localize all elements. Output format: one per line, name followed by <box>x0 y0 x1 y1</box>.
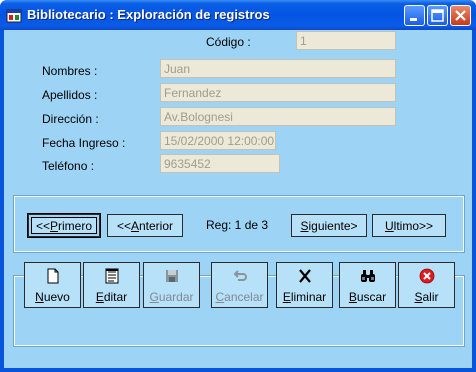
nombres-label: Nombres : <box>42 64 98 78</box>
minimize-icon <box>410 18 417 21</box>
delete-icon <box>299 269 311 283</box>
apellidos-label: Apellidos : <box>42 88 98 102</box>
editar-button[interactable]: Editar <box>83 262 140 308</box>
previous-mnemonic: A <box>130 219 139 233</box>
app-window-icon <box>6 9 22 23</box>
buscar-label-rest: uscar <box>356 290 387 304</box>
last-mnemonic: U <box>384 219 394 233</box>
save-icon <box>166 270 178 282</box>
record-status: Reg: 1 de 3 <box>206 218 269 232</box>
form-client-area: Código : 1 Nombres : Juan Apellidos : Fe… <box>4 30 472 368</box>
previous-record-button[interactable]: <<Anterior <box>107 214 183 237</box>
buscar-label: Buscar <box>340 290 395 304</box>
title-bar[interactable]: Bibliotecario : Exploración de registros <box>0 0 476 30</box>
buscar-mnemonic: B <box>348 290 357 304</box>
guardar-label: Guardar <box>144 290 199 304</box>
minimize-button[interactable] <box>404 5 425 26</box>
window-title: Bibliotecario : Exploración de registros <box>27 7 270 22</box>
first-prefix: << <box>35 219 50 233</box>
buscar-button[interactable]: Buscar <box>339 262 396 308</box>
salir-mnemonic: S <box>414 290 423 304</box>
guardar-button[interactable]: Guardar <box>143 262 200 308</box>
fecha-ingreso-label: Fecha Ingreso : <box>42 136 126 150</box>
direccion-field[interactable]: Av.Bolognesi <box>160 107 396 126</box>
editar-label: Editar <box>84 290 139 304</box>
next-record-button[interactable]: Siguiente> <box>291 214 367 237</box>
guardar-label-rest: uardar <box>158 290 194 304</box>
last-record-button[interactable]: Ultimo>> <box>372 214 446 237</box>
cancelar-mnemonic: C <box>215 290 225 304</box>
close-icon <box>455 10 466 21</box>
codigo-label: Código : <box>206 35 251 49</box>
edit-icon <box>105 268 119 284</box>
nuevo-mnemonic: N <box>35 290 44 304</box>
fecha-ingreso-field[interactable]: 15/02/2000 12:00:00 <box>160 131 276 150</box>
apellidos-field[interactable]: Fernandez <box>160 83 396 102</box>
first-mnemonic: P <box>49 219 58 233</box>
salir-button[interactable]: Salir <box>398 262 455 308</box>
next-label-rest: iguiente> <box>308 219 358 233</box>
cancelar-button[interactable]: Cancelar <box>211 262 268 308</box>
eliminar-label: Eliminar <box>277 290 332 304</box>
previous-label-rest: nterior <box>139 219 174 233</box>
telefono-field[interactable]: 9635452 <box>160 154 280 173</box>
previous-prefix: << <box>116 219 131 233</box>
undo-icon <box>233 270 247 281</box>
salir-label: Salir <box>399 290 454 304</box>
eliminar-mnemonic: E <box>282 290 291 304</box>
nuevo-label: Nuevo <box>25 290 80 304</box>
last-label-rest: ltimo>> <box>393 219 434 233</box>
editar-mnemonic: E <box>95 290 104 304</box>
direccion-label: Dirección : <box>42 112 99 126</box>
eliminar-button[interactable]: Eliminar <box>276 262 333 308</box>
main-window: Bibliotecario : Exploración de registros… <box>0 0 476 372</box>
maximize-button[interactable] <box>427 5 448 26</box>
binoculars-icon <box>361 270 375 282</box>
salir-label-rest: alir <box>422 290 439 304</box>
first-record-button[interactable]: <<Primero <box>27 213 101 238</box>
nombres-field[interactable]: Juan <box>160 59 396 78</box>
editar-label-rest: ditar <box>103 290 128 304</box>
cancelar-label-rest: ancelar <box>224 290 264 304</box>
first-label-rest: rimero <box>58 219 93 233</box>
maximize-icon <box>431 9 444 22</box>
eliminar-label-rest: liminar <box>290 290 327 304</box>
nuevo-button[interactable]: Nuevo <box>24 262 81 308</box>
nuevo-label-rest: uevo <box>43 290 70 304</box>
exit-icon <box>419 268 435 284</box>
new-document-icon <box>47 268 59 284</box>
guardar-mnemonic: G <box>149 290 159 304</box>
close-button[interactable] <box>450 5 471 26</box>
telefono-label: Teléfono : <box>42 159 95 173</box>
codigo-field[interactable]: 1 <box>296 31 396 50</box>
cancelar-label: Cancelar <box>212 290 267 304</box>
